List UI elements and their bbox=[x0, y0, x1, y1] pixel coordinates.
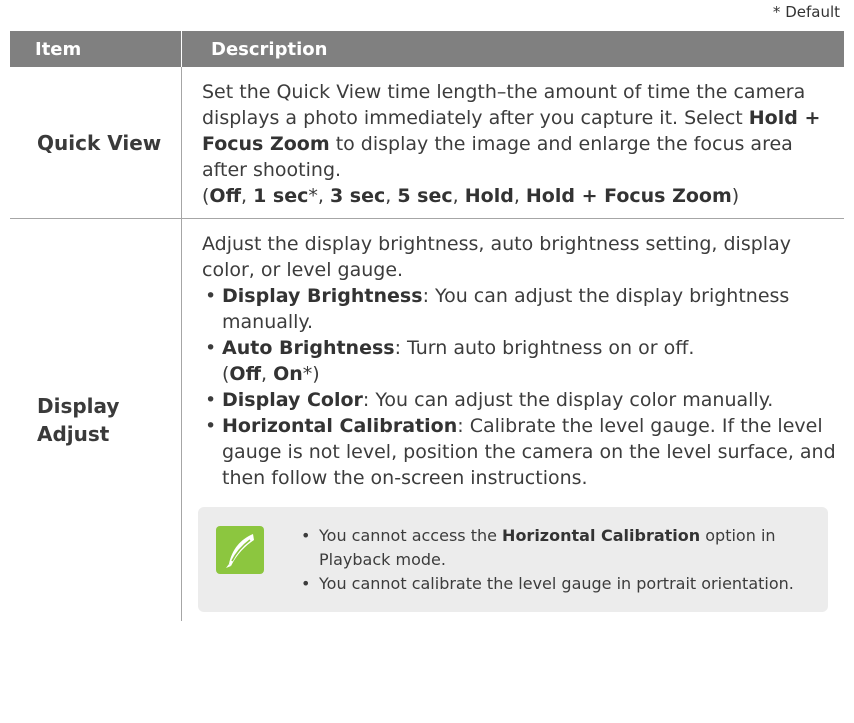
desc-display-adjust: Adjust the display brightness, auto brig… bbox=[182, 219, 844, 621]
sep: , bbox=[452, 185, 465, 207]
option: Hold bbox=[464, 185, 514, 207]
list-item: Display Color: You can adjust the displa… bbox=[202, 387, 838, 413]
display-adjust-list: Display Brightness : You can adjust the d… bbox=[202, 283, 838, 491]
list-item: Display Brightness: You can adjust the d… bbox=[202, 283, 838, 335]
settings-table: Item Description Quick View Set the Quic… bbox=[10, 31, 844, 621]
text-segment: : You can adjust the display color manua… bbox=[362, 389, 774, 411]
option: Off bbox=[209, 185, 241, 207]
item-label-line: Display bbox=[37, 394, 120, 418]
header-description: Description bbox=[181, 31, 844, 67]
table-row-quick-view: Quick View Set the Quick View time lengt… bbox=[10, 67, 844, 219]
default-star: * bbox=[308, 185, 318, 207]
text-segment: Set the Quick View time length–the amoun… bbox=[202, 81, 806, 129]
header-item: Item bbox=[35, 38, 82, 60]
pen-nib-graphic bbox=[226, 534, 254, 568]
option: 3 sec bbox=[329, 185, 386, 207]
bold-term: Horizontal Calibration bbox=[222, 415, 458, 437]
note-item: You cannot calibrate the level gauge in … bbox=[299, 572, 816, 596]
sep: , bbox=[260, 363, 274, 385]
sep: , bbox=[317, 185, 330, 207]
text-segment: : Turn auto brightness on or off. bbox=[394, 337, 695, 359]
item-quick-view: Quick View bbox=[10, 67, 182, 218]
item-display-adjust: Display Adjust bbox=[10, 219, 182, 621]
list-item: Horizontal Calibration: Calibrate the le… bbox=[202, 413, 838, 491]
note-box: You cannot access the Horizontal Calibra… bbox=[198, 507, 828, 612]
quick-view-options: (Off, 1 sec*, 3 sec, 5 sec, Hold, Hold +… bbox=[202, 183, 838, 209]
paren: ) bbox=[312, 363, 320, 385]
bold-term: Display Brightness bbox=[222, 285, 423, 307]
display-adjust-intro: Adjust the display brightness, auto brig… bbox=[202, 233, 791, 281]
list-item: Auto Brightness: Turn auto brightness on… bbox=[202, 335, 838, 387]
default-footnote: * Default bbox=[772, 3, 840, 21]
option: 1 sec bbox=[253, 185, 309, 207]
bold-term: Display Color bbox=[222, 389, 363, 411]
item-label-line: Adjust bbox=[37, 422, 110, 446]
bold-term: Horizontal Calibration bbox=[502, 526, 701, 545]
option: Off bbox=[229, 363, 261, 385]
desc-quick-view: Set the Quick View time length–the amoun… bbox=[182, 67, 844, 218]
sep: , bbox=[385, 185, 398, 207]
quick-view-text: Set the Quick View time length–the amoun… bbox=[202, 79, 838, 183]
option: On bbox=[273, 363, 303, 385]
paren: ) bbox=[731, 185, 740, 207]
bold-term: Auto Brightness bbox=[222, 337, 395, 359]
default-star: * bbox=[302, 363, 313, 385]
option: 5 sec bbox=[397, 185, 453, 207]
option: Hold + Focus Zoom bbox=[525, 185, 732, 207]
sep: , bbox=[240, 185, 254, 207]
note-body: You cannot access the Horizontal Calibra… bbox=[299, 524, 816, 596]
note-item: You cannot access the Horizontal Calibra… bbox=[299, 524, 816, 572]
table-header: Item Description bbox=[10, 31, 844, 67]
table-row-display-adjust: Display Adjust Adjust the display bright… bbox=[10, 219, 844, 621]
pen-nib-icon bbox=[216, 526, 264, 574]
text-segment: You cannot access the bbox=[319, 526, 503, 545]
sep: , bbox=[513, 185, 526, 207]
